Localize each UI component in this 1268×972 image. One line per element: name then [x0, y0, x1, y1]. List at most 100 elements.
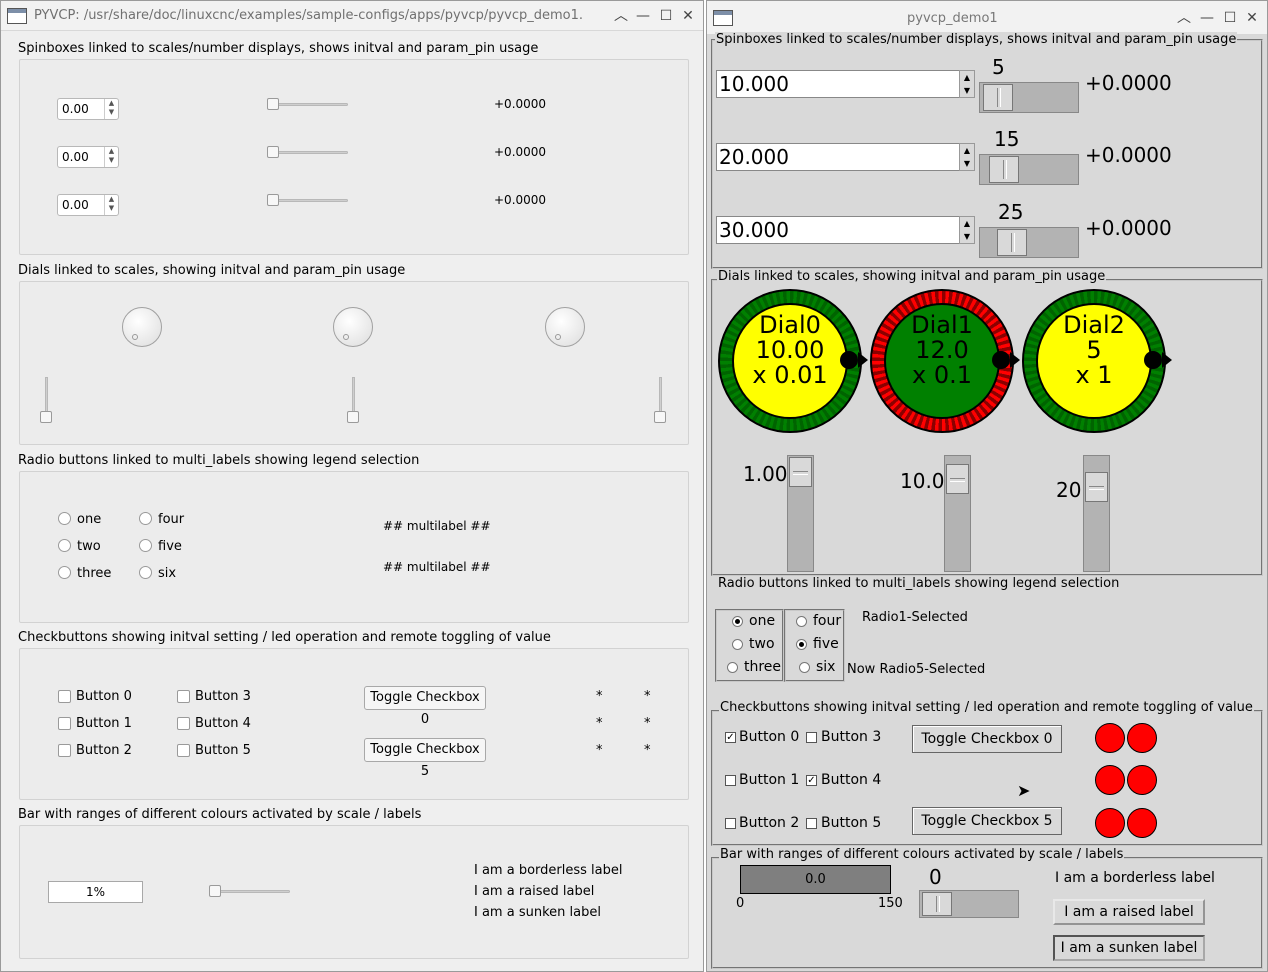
left-radio-two[interactable] [58, 539, 71, 552]
left-scale-2-thumb[interactable] [267, 146, 279, 158]
spin-arrows-icon[interactable]: ▲ ▼ [959, 216, 975, 244]
left-checkbox-4[interactable] [177, 717, 190, 730]
spin-arrows-icon[interactable]: ▲ ▼ [959, 143, 975, 171]
right-dial-0[interactable]: Dial0 10.00 x 0.01 [718, 289, 868, 433]
right-radio-three[interactable] [727, 662, 738, 673]
right-radio-label: five [813, 636, 839, 652]
left-radio-frame: one two three four five six ## multilabe… [19, 471, 689, 623]
right-scale-1-slider[interactable] [983, 84, 1013, 111]
right-radio-six[interactable] [799, 662, 810, 673]
right-number-display-2: +0.0000 [1085, 143, 1172, 167]
right-checkbox-4[interactable]: ✓ [806, 775, 817, 786]
maximize-icon[interactable]: ☐ [658, 7, 674, 25]
left-multilabel-2: ## multilabel ## [383, 560, 491, 574]
right-spinbox-3[interactable]: 30.000 [716, 216, 962, 244]
left-spinbox-1[interactable]: 0.00 ▲ ▼ [57, 98, 119, 120]
right-checkbox-0[interactable]: ✓ [725, 732, 736, 743]
dial-pointer-icon [992, 351, 1010, 369]
spin-arrows-icon[interactable]: ▲ ▼ [104, 147, 118, 167]
left-checkbox-5[interactable] [177, 744, 190, 757]
left-vscale-2-thumb[interactable] [654, 411, 666, 423]
right-bar-scale-slider[interactable] [922, 892, 952, 916]
right-vscale-0-slider[interactable] [789, 457, 812, 487]
right-led [1095, 808, 1125, 838]
right-titlebar[interactable]: pyvcp_demo1 ︿ — ☐ ✕ [707, 1, 1267, 35]
left-checkbox-1[interactable] [58, 717, 71, 730]
spin-arrows-icon[interactable]: ▲ ▼ [104, 195, 118, 215]
left-radio-five[interactable] [139, 539, 152, 552]
right-checkbox-3[interactable] [806, 732, 817, 743]
right-window-title: pyvcp_demo1 [907, 11, 998, 26]
right-led [1127, 765, 1157, 795]
left-checkbox-0[interactable] [58, 690, 71, 703]
right-toggle-checkbox-5-button[interactable]: Toggle Checkbox 5 [912, 807, 1062, 835]
right-spinbox-1[interactable]: 10.000 [716, 70, 962, 98]
left-vscale-0-thumb[interactable] [40, 411, 52, 423]
left-scale-1-thumb[interactable] [267, 98, 279, 110]
left-toggle-checkbox-5-button[interactable]: Toggle Checkbox 5 [364, 738, 486, 779]
right-scale-3[interactable] [979, 227, 1079, 258]
left-scale-3[interactable] [272, 199, 348, 202]
left-spinbox-2[interactable]: 0.00 ▲ ▼ [57, 146, 119, 168]
right-raised-label: I am a raised label [1053, 899, 1205, 925]
right-vscale-2-value: 20 [1056, 478, 1082, 502]
right-radio-section-title: Radio buttons linked to multi_labels sho… [717, 576, 1121, 591]
right-radio-five[interactable] [796, 639, 807, 650]
right-bar-scale-value: 0 [929, 865, 942, 889]
right-toggle-checkbox-0-button[interactable]: Toggle Checkbox 0 [912, 725, 1062, 753]
left-vscale-1-thumb[interactable] [347, 411, 359, 423]
left-dial-1[interactable] [333, 307, 373, 347]
left-bar-scale-thumb[interactable] [209, 885, 221, 897]
minimize-icon[interactable]: — [635, 7, 651, 25]
left-radio-three[interactable] [58, 566, 71, 579]
shade-icon[interactable]: ︿ [1176, 9, 1192, 27]
minimize-icon[interactable]: — [1199, 9, 1215, 27]
right-scale-2-slider[interactable] [989, 156, 1019, 183]
right-checkbox-2[interactable] [725, 818, 736, 829]
shade-icon[interactable]: ︿ [613, 7, 629, 25]
right-checkbox-5[interactable] [806, 818, 817, 829]
right-multilabel-2: Now Radio5-Selected [847, 662, 986, 677]
left-scale-1[interactable] [272, 103, 348, 106]
spin-arrows-icon[interactable]: ▲ ▼ [104, 99, 118, 119]
close-icon[interactable]: ✕ [1244, 9, 1260, 27]
right-vscale-1-slider[interactable] [946, 464, 969, 494]
right-radio-two[interactable] [732, 639, 743, 650]
left-dial-0[interactable] [122, 307, 162, 347]
left-checkbox-3[interactable] [177, 690, 190, 703]
left-toggle-checkbox-0-button[interactable]: Toggle Checkbox 0 [364, 686, 486, 727]
left-dial-2[interactable] [545, 307, 585, 347]
right-radio-label: two [749, 636, 775, 652]
close-icon[interactable]: ✕ [680, 7, 696, 25]
right-spinbox-2[interactable]: 20.000 [716, 143, 962, 171]
right-checkbox-label: Button 5 [821, 815, 882, 831]
left-spin-frame: 0.00 ▲ ▼ 0.00 ▲ ▼ 0.00 ▲ ▼ +0.0000 +0.0000 +0.… [19, 59, 689, 255]
mouse-cursor-icon: ➤ [1017, 781, 1031, 800]
right-radio-one[interactable] [732, 616, 743, 627]
left-spinbox-3[interactable]: 0.00 ▲ ▼ [57, 194, 119, 216]
right-dial-1[interactable]: Dial1 12.0 x 0.1 [870, 289, 1020, 433]
left-radio-label: two [77, 539, 101, 554]
left-checkbox-2[interactable] [58, 744, 71, 757]
right-checkbox-1[interactable] [725, 775, 736, 786]
left-titlebar[interactable]: PYVCP: /usr/share/doc/linuxcnc/examples/… [1, 1, 703, 31]
spin-arrows-icon[interactable]: ▲ ▼ [959, 70, 975, 98]
left-scale-2[interactable] [272, 151, 348, 154]
left-radio-four[interactable] [139, 512, 152, 525]
dial-arrow-icon [1010, 352, 1020, 368]
maximize-icon[interactable]: ☐ [1222, 9, 1238, 27]
right-dial-2[interactable]: Dial2 5 x 1 [1022, 289, 1172, 433]
left-radio-one[interactable] [58, 512, 71, 525]
right-vscale-2-slider[interactable] [1085, 472, 1108, 502]
left-led-star: * [596, 689, 603, 704]
right-radio-four[interactable] [796, 616, 807, 627]
left-led-star: * [644, 716, 651, 731]
left-check-section-title: Checkbuttons showing initval setting / l… [18, 630, 551, 645]
left-bar-scale[interactable] [214, 890, 290, 893]
window-icon [713, 10, 733, 26]
right-checkbox-label: Button 4 [821, 772, 882, 788]
left-radio-six[interactable] [139, 566, 152, 579]
right-scale-3-slider[interactable] [997, 229, 1027, 256]
left-radio-label: four [158, 512, 185, 527]
left-scale-3-thumb[interactable] [267, 194, 279, 206]
